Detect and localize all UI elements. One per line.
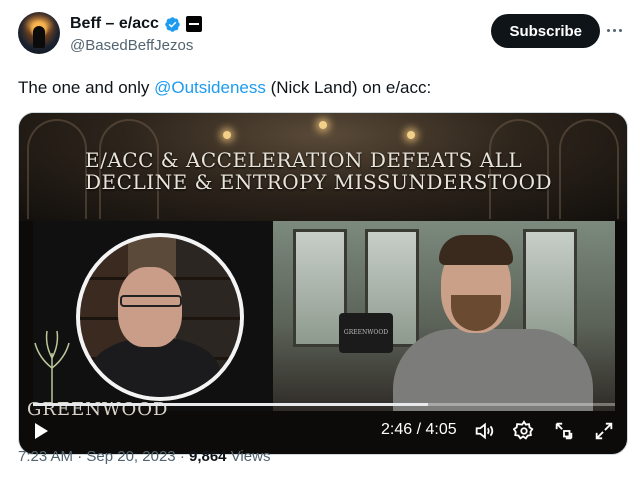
subscribe-button[interactable]: Subscribe [491, 14, 600, 48]
tweet-time[interactable]: 7:23 AM [18, 448, 73, 465]
duration: 4:05 [425, 421, 457, 438]
avatar[interactable] [18, 12, 60, 54]
host-panel: GREENWOOD [273, 221, 615, 411]
host-hair [439, 235, 513, 265]
video-time: 2:46 / 4:05 [381, 421, 457, 438]
settings-gear-icon[interactable] [512, 420, 535, 442]
tree-logo-icon [34, 330, 70, 403]
more-horizontal-icon[interactable] [604, 20, 624, 40]
video-player[interactable]: E/ACC & ACCELERATION DEFEATS ALL DECLINE… [18, 112, 628, 455]
tweet-text-after: (Nick Land) on e/acc: [265, 78, 432, 97]
tweet-text: The one and only @Outsideness (Nick Land… [18, 77, 431, 99]
play-icon[interactable] [35, 423, 48, 439]
lamp-light [223, 131, 231, 139]
author-handle[interactable]: @BasedBeffJezos [70, 37, 202, 54]
video-progress-fill [33, 403, 428, 406]
meta-separator: · [179, 448, 185, 465]
fullscreen-icon[interactable] [593, 420, 615, 442]
display-name-row: Beff – e/acc [70, 14, 202, 34]
tweet-date[interactable]: Sep 20, 2023 [86, 448, 175, 465]
views-label: Views [230, 448, 271, 465]
host-body [393, 329, 593, 411]
video-headline: E/ACC & ACCELERATION DEFEATS ALL DECLINE… [85, 149, 565, 193]
display-name[interactable]: Beff – e/acc [70, 15, 159, 33]
guest-portrait [76, 233, 244, 401]
video-progress-bar[interactable] [33, 403, 615, 406]
library-background: E/ACC & ACCELERATION DEFEATS ALL DECLINE… [19, 113, 627, 221]
mention-link[interactable]: @Outsideness [154, 78, 266, 97]
headline-line-1: E/ACC & ACCELERATION DEFEATS ALL [85, 148, 523, 172]
tweet-meta: 7:23 AM · Sep 20, 2023 · 9,864 Views [18, 448, 270, 465]
avatar-figure [33, 26, 45, 48]
tweet-text-before: The one and only [18, 78, 155, 97]
video-controls: 2:46 / 4:05 [19, 409, 627, 453]
verified-badge-icon [165, 16, 180, 32]
desk-logo: GREENWOOD [339, 313, 393, 353]
tweet-header: Beff – e/acc @BasedBeffJezos Subscribe [18, 12, 624, 60]
affiliation-badge-icon[interactable] [185, 16, 202, 32]
picture-in-picture-icon[interactable] [553, 420, 575, 442]
lamp-light [407, 131, 415, 139]
author-names: Beff – e/acc @BasedBeffJezos [70, 14, 202, 54]
volume-icon[interactable] [473, 420, 495, 442]
views-count: 9,864 [188, 448, 227, 465]
arch-decoration [559, 119, 619, 219]
guest-glasses [120, 295, 182, 307]
headline-line-2: DECLINE & ENTROPY MISSUNDERSTOOD [85, 170, 552, 194]
current-time: 2:46 [381, 421, 413, 438]
meta-separator: · [77, 448, 83, 465]
guest-head [118, 267, 182, 347]
lamp-light [319, 121, 327, 129]
arch-decoration [27, 119, 87, 219]
